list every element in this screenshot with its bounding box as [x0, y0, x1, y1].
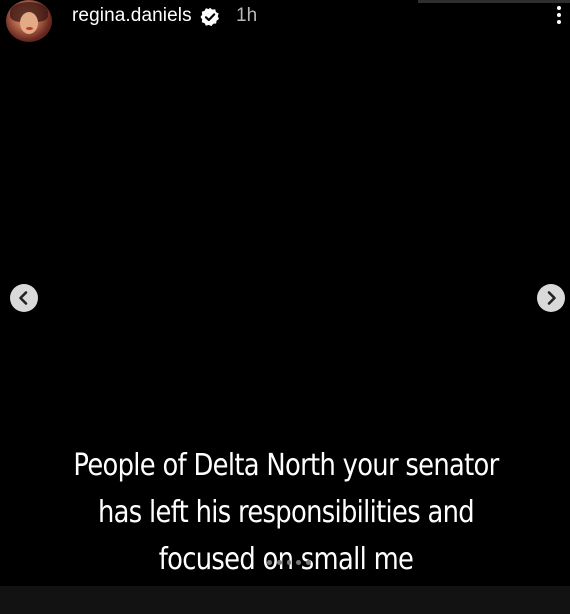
chevron-right-icon [547, 291, 556, 305]
bottom-bar [0, 586, 570, 614]
caption-line: People of Delta North your senator [73, 448, 499, 483]
story-viewer: regina.daniels 1h People of Delta North … [0, 0, 570, 614]
chevron-left-icon [19, 291, 28, 305]
caption-line: has left his responsibilities and [98, 495, 475, 530]
more-options-icon[interactable] [555, 6, 563, 32]
story-page-indicator [267, 560, 311, 568]
story-header: regina.daniels 1h [0, 0, 570, 48]
avatar[interactable] [6, 0, 52, 42]
username[interactable]: regina.daniels [72, 5, 192, 27]
verified-badge-icon [200, 7, 220, 27]
next-story-button[interactable] [537, 284, 565, 312]
previous-story-button[interactable] [10, 284, 38, 312]
timestamp: 1h [236, 5, 258, 26]
